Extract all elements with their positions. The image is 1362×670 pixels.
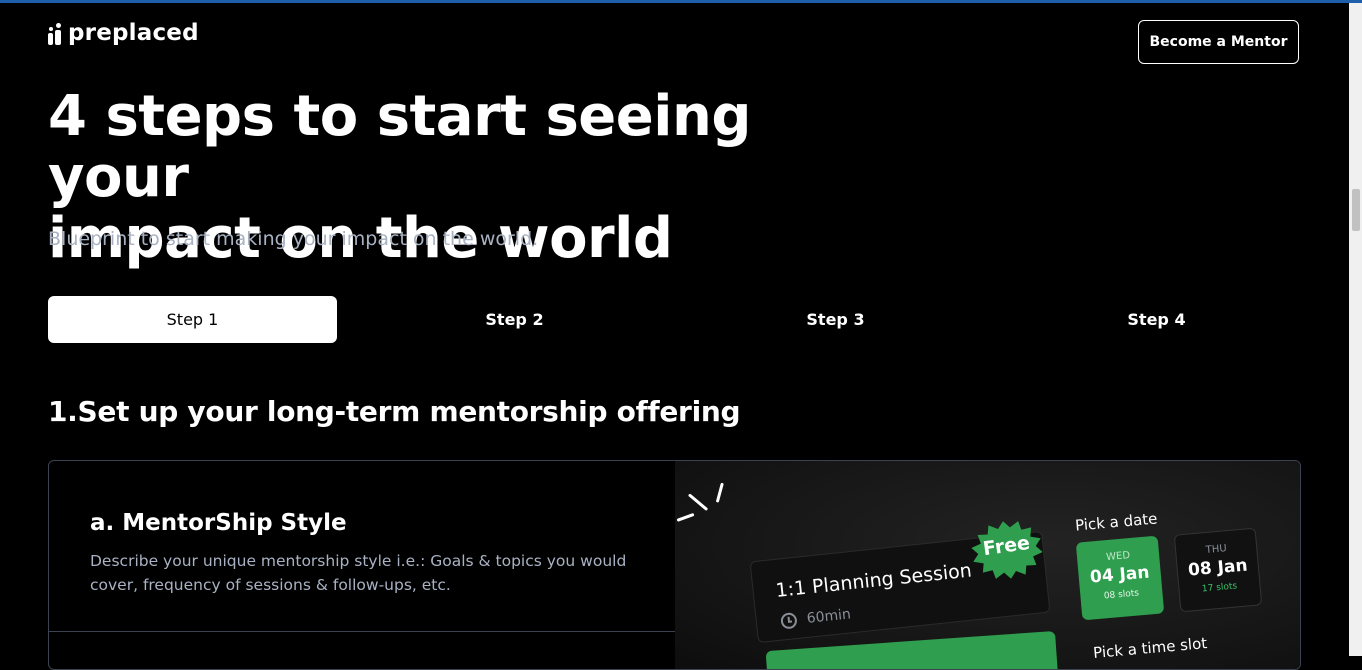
browser-top-border bbox=[0, 0, 1362, 3]
logo[interactable]: preplaced bbox=[48, 20, 199, 46]
date-option: THU 08 Jan 17 slots bbox=[1173, 527, 1263, 613]
date-value: 04 Jan bbox=[1089, 562, 1151, 588]
step-card: a. MentorShip Style Describe your unique… bbox=[48, 460, 1301, 670]
session-title: 1:1 Planning Session bbox=[774, 559, 973, 602]
tab-step-4[interactable]: Step 4 bbox=[1012, 296, 1301, 343]
clock-icon bbox=[780, 612, 798, 630]
tab-step-3[interactable]: Step 3 bbox=[691, 296, 980, 343]
step-preview-image: 1:1 Planning Session 60min Free Pick a d… bbox=[675, 461, 1300, 669]
step-detail-panel[interactable]: a. MentorShip Style Describe your unique… bbox=[49, 461, 676, 632]
date-slots: 17 slots bbox=[1201, 581, 1238, 595]
pick-time-label: Pick a time slot bbox=[1092, 634, 1208, 662]
free-badge: Free bbox=[967, 516, 1046, 583]
tab-step-1[interactable]: Step 1 bbox=[48, 296, 337, 343]
date-option-selected: WED 04 Jan 08 slots bbox=[1075, 535, 1165, 621]
page-scrollbar[interactable] bbox=[1349, 3, 1362, 656]
session-duration: 60min bbox=[805, 606, 852, 627]
date-value: 08 Jan bbox=[1187, 555, 1249, 581]
next-step-detail-panel[interactable] bbox=[49, 631, 676, 669]
tab-step-2[interactable]: Step 2 bbox=[370, 296, 659, 343]
logo-mark-icon bbox=[48, 21, 64, 45]
step-detail-title: a. MentorShip Style bbox=[90, 510, 347, 536]
become-mentor-button[interactable]: Become a Mentor bbox=[1138, 20, 1299, 64]
scrollbar-thumb[interactable] bbox=[1352, 189, 1360, 231]
logo-text: preplaced bbox=[68, 20, 199, 46]
page-title-line-1: 4 steps to start seeing your bbox=[48, 84, 751, 210]
pick-date-label: Pick a date bbox=[1074, 509, 1159, 535]
date-slots: 08 slots bbox=[1103, 588, 1140, 602]
step-detail-description: Describe your unique mentorship style i.… bbox=[90, 552, 627, 594]
page-subtitle: Blueprint to start making your impact on… bbox=[48, 228, 539, 250]
section-title: 1.Set up your long-term mentorship offer… bbox=[48, 395, 741, 428]
